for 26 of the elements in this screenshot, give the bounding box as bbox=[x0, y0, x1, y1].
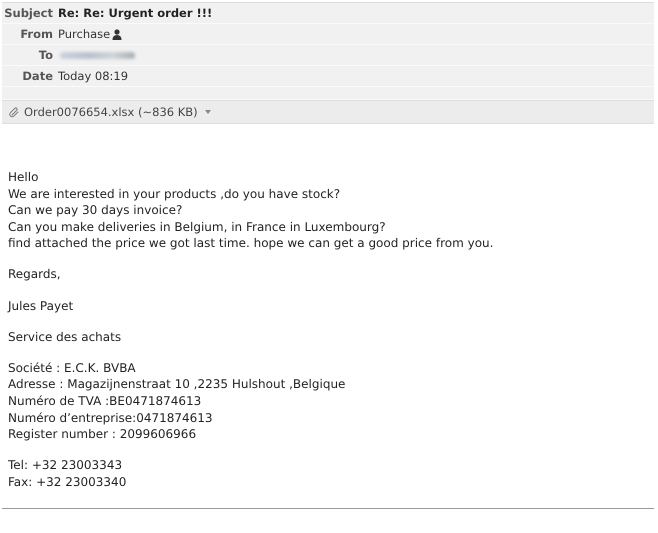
body-text: Société : E.C.K. BVBA bbox=[8, 360, 137, 376]
body-text: Jules Payet bbox=[8, 298, 74, 314]
subject-text: Re: Re: Urgent order !!! bbox=[58, 6, 212, 20]
date-text: Today 08:19 bbox=[58, 69, 128, 83]
attachment-link[interactable]: Order0076654.xlsx (~836 KB) bbox=[24, 105, 198, 119]
caret-icon[interactable] bbox=[204, 110, 211, 114]
body-text: Can we pay 30 days invoice? bbox=[8, 202, 184, 219]
body-text: Hello bbox=[8, 169, 40, 186]
field-label: From bbox=[19, 27, 54, 41]
person-icon[interactable] bbox=[112, 28, 122, 40]
body-text: Numéro d’entreprise:0471874613 bbox=[8, 410, 214, 426]
field-label: Date bbox=[21, 69, 54, 83]
field-label: Subject bbox=[3, 6, 54, 20]
body-text: find attached the price we got last time. hope we can get a good price from you. bbox=[8, 235, 494, 252]
body-text: Register number : 2099606966 bbox=[8, 426, 198, 443]
body-text: Service des achats bbox=[8, 328, 122, 346]
body-text: Numéro de TVA :BE0471874613 bbox=[8, 392, 202, 410]
body-text: Fax: +32 23003340 bbox=[8, 474, 128, 490]
field-label: To bbox=[38, 48, 54, 62]
paperclip-icon bbox=[9, 106, 20, 118]
body-text: We are interested in your products ,do you have stock? bbox=[8, 186, 342, 202]
sender-name[interactable]: Purchase bbox=[58, 27, 110, 41]
body-text: Adresse : Magazijnenstraat 10 ,2235 Hulshout ,Belgique bbox=[8, 376, 346, 393]
body-text: Tel: +32 23003343 bbox=[8, 457, 124, 474]
body-text: Regards, bbox=[8, 266, 62, 284]
body-text: Can you make deliveries in Belgium, in France in Luxembourg? bbox=[8, 218, 387, 236]
